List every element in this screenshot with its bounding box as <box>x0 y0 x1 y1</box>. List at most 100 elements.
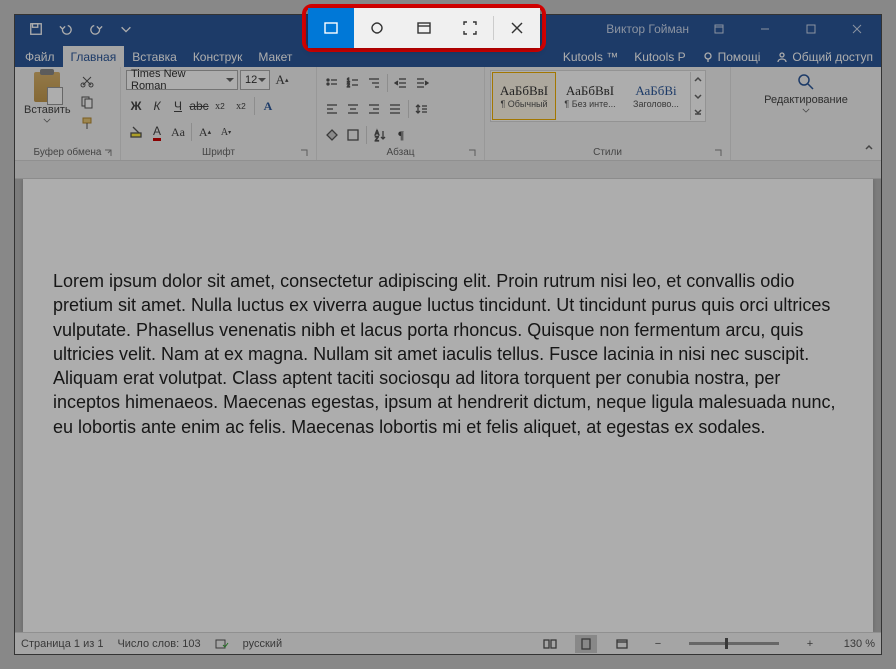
group-font: Times New Roman 12 A▴ Ж К Ч abc x2 x2 A … <box>121 67 317 160</box>
launcher-icon[interactable] <box>299 148 309 158</box>
grow-font-button[interactable]: A▴ <box>272 70 292 90</box>
tab-home[interactable]: Главная <box>63 46 125 67</box>
underline-button[interactable]: Ч <box>168 96 188 116</box>
shading-button[interactable] <box>322 125 342 145</box>
superscript-button[interactable]: x2 <box>231 96 251 116</box>
document-body[interactable]: Lorem ipsum dolor sit amet, consectetur … <box>53 269 843 439</box>
borders-button[interactable] <box>343 125 363 145</box>
group-paragraph-label: Абзац <box>322 145 479 160</box>
multilevel-button[interactable] <box>364 73 384 93</box>
tab-file[interactable]: Файл <box>17 46 63 67</box>
read-mode-button[interactable] <box>539 635 561 653</box>
save-button[interactable] <box>23 17 49 41</box>
ribbon: Вставить Буфер обмена Times New Roman 12… <box>15 67 881 161</box>
tab-help[interactable]: Помощі <box>694 46 769 67</box>
group-editing: Редактирование <box>731 67 881 160</box>
paste-label: Вставить <box>24 104 71 116</box>
status-language[interactable]: русский <box>243 638 282 650</box>
close-button[interactable] <box>837 15 877 43</box>
snip-close-button[interactable] <box>494 8 540 48</box>
grow-font2-button[interactable]: A▴ <box>195 122 215 142</box>
style-no-spacing[interactable]: АаБбВвІ ¶ Без инте... <box>558 72 622 120</box>
tab-kutools-plus[interactable]: Kutools P <box>626 46 693 67</box>
tab-insert[interactable]: Вставка <box>124 46 185 67</box>
svg-text:2: 2 <box>347 83 350 89</box>
web-layout-button[interactable] <box>611 635 633 653</box>
editing-button[interactable]: Редактирование <box>760 70 852 115</box>
tab-design[interactable]: Конструк <box>185 46 251 67</box>
redo-button[interactable] <box>83 17 109 41</box>
style-normal[interactable]: АаБбВвІ ¶ Обычный <box>492 72 556 120</box>
paste-button[interactable]: Вставить <box>20 70 75 125</box>
paste-icon <box>34 72 60 102</box>
status-page[interactable]: Страница 1 из 1 <box>21 638 103 650</box>
status-bar: Страница 1 из 1 Число слов: 103 русский … <box>15 632 881 654</box>
spellcheck-icon[interactable] <box>215 637 229 651</box>
bold-button[interactable]: Ж <box>126 96 146 116</box>
print-layout-button[interactable] <box>575 635 597 653</box>
group-clipboard: Вставить Буфер обмена <box>15 67 121 160</box>
cut-button[interactable] <box>78 72 96 90</box>
snip-rect-button[interactable] <box>308 8 354 48</box>
user-name: Виктор Гойман <box>606 22 689 36</box>
sort-button[interactable]: AZ <box>370 125 390 145</box>
align-left-button[interactable] <box>322 99 342 119</box>
styles-gallery[interactable]: АаБбВвІ ¶ Обычный АаБбВвІ ¶ Без инте... … <box>490 70 706 122</box>
strike-button[interactable]: abc <box>189 96 209 116</box>
search-icon <box>796 72 816 92</box>
font-size-combo[interactable]: 12 <box>240 70 270 90</box>
format-painter-button[interactable] <box>78 114 96 132</box>
editing-label: Редактирование <box>764 94 848 106</box>
snip-freeform-button[interactable] <box>354 8 400 48</box>
group-clipboard-label: Буфер обмена <box>20 145 115 160</box>
status-words[interactable]: Число слов: 103 <box>117 638 200 650</box>
launcher-icon[interactable] <box>103 148 113 158</box>
justify-button[interactable] <box>385 99 405 119</box>
minimize-button[interactable] <box>745 15 785 43</box>
show-marks-button[interactable]: ¶ <box>391 125 411 145</box>
ribbon-display-options[interactable] <box>699 15 739 43</box>
change-case-button[interactable]: Aa <box>168 122 188 142</box>
line-spacing-button[interactable] <box>412 99 432 119</box>
tab-kutools[interactable]: Kutools ™ <box>555 46 626 67</box>
zoom-in-button[interactable]: + <box>799 635 821 653</box>
highlight-button[interactable] <box>126 122 146 142</box>
zoom-out-button[interactable]: − <box>647 635 669 653</box>
page[interactable]: Lorem ipsum dolor sit amet, consectetur … <box>23 179 873 632</box>
italic-button[interactable]: К <box>147 96 167 116</box>
subscript-button[interactable]: x2 <box>210 96 230 116</box>
tab-layout[interactable]: Макет <box>250 46 300 67</box>
maximize-button[interactable] <box>791 15 831 43</box>
chevron-down-icon <box>43 118 51 123</box>
launcher-icon[interactable] <box>467 148 477 158</box>
bulb-icon <box>702 51 714 63</box>
zoom-value[interactable]: 130 % <box>835 638 875 650</box>
quick-access-toolbar <box>15 17 147 41</box>
document-area[interactable]: Lorem ipsum dolor sit amet, consectetur … <box>15 179 881 632</box>
snip-fullscreen-button[interactable] <box>447 8 493 48</box>
bullets-button[interactable] <box>322 73 342 93</box>
font-color-button[interactable]: A <box>147 122 167 142</box>
undo-button[interactable] <box>53 17 79 41</box>
word-window: Виктор Гойман Файл Главная Вставка Конст… <box>14 14 882 655</box>
decrease-indent-button[interactable] <box>391 73 411 93</box>
copy-button[interactable] <box>78 93 96 111</box>
share-button[interactable]: Общий доступ <box>768 46 881 67</box>
align-center-button[interactable] <box>343 99 363 119</box>
qat-customize-button[interactable] <box>113 17 139 41</box>
align-right-button[interactable] <box>364 99 384 119</box>
snip-window-button[interactable] <box>400 8 446 48</box>
tab-help-label: Помощі <box>718 50 761 64</box>
font-name-combo[interactable]: Times New Roman <box>126 70 238 90</box>
snip-toolbar <box>308 8 540 48</box>
increase-indent-button[interactable] <box>412 73 432 93</box>
text-effects-button[interactable]: A <box>258 96 278 116</box>
styles-more-button[interactable] <box>690 72 704 120</box>
svg-text:Z: Z <box>375 137 379 142</box>
collapse-ribbon-button[interactable] <box>861 140 877 156</box>
style-heading1[interactable]: АаБбВі Заголово... <box>624 72 688 120</box>
numbering-button[interactable]: 12 <box>343 73 363 93</box>
zoom-slider[interactable] <box>689 642 779 645</box>
launcher-icon[interactable] <box>713 148 723 158</box>
shrink-font-button[interactable]: A▾ <box>216 122 236 142</box>
